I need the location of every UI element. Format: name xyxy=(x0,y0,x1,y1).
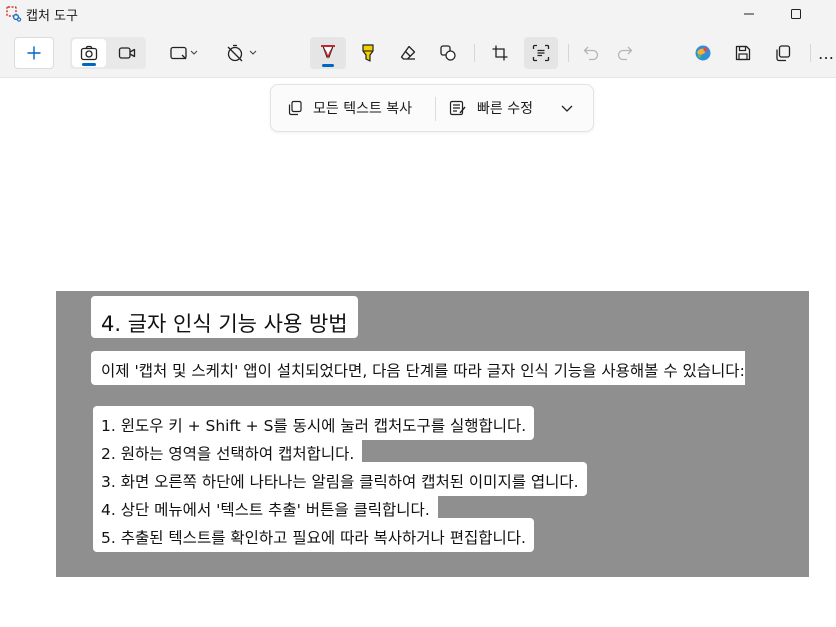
minimize-icon xyxy=(744,13,754,15)
copy-button[interactable] xyxy=(768,37,798,69)
crop-button[interactable] xyxy=(484,37,516,69)
save-icon xyxy=(735,45,751,61)
video-icon xyxy=(118,47,136,59)
quick-redact-button[interactable]: 빠른 수정 xyxy=(449,93,533,123)
delay-dropdown[interactable] xyxy=(220,37,264,69)
highlighter-button[interactable] xyxy=(352,37,384,69)
text-actions-icon xyxy=(532,44,550,62)
selected-indicator xyxy=(322,64,334,67)
undo-button[interactable] xyxy=(576,37,606,69)
maximize-icon xyxy=(791,9,801,19)
video-mode-button[interactable] xyxy=(110,39,144,67)
chevron-down-icon xyxy=(561,105,573,112)
copy-all-text-button[interactable]: 모든 텍스트 복사 xyxy=(287,93,412,123)
crop-icon xyxy=(492,45,508,61)
more-icon: … xyxy=(818,43,834,63)
snipping-tool-window: 캡처 도구 … 모든 텍스트 복사 빠른 수정 4. 글자 인식 기능 사용 방… xyxy=(0,0,836,627)
redo-icon xyxy=(617,46,633,61)
ocr-intro-text[interactable]: 이제 '캡처 및 스케치' 앱이 설치되었다면, 다음 단계를 따라 글자 인식… xyxy=(91,351,745,385)
shapes-button[interactable] xyxy=(432,37,464,69)
redact-icon xyxy=(449,100,466,116)
redact-dropdown-button[interactable] xyxy=(559,93,585,123)
screenshot-mode-button[interactable] xyxy=(72,39,106,67)
plus-icon xyxy=(27,46,41,60)
edit-in-paint-button[interactable] xyxy=(688,37,718,69)
copy-all-text-label: 모든 텍스트 복사 xyxy=(313,101,413,117)
highlighter-icon xyxy=(362,44,374,62)
selected-indicator xyxy=(82,63,96,66)
save-button[interactable] xyxy=(728,37,758,69)
timer-off-icon xyxy=(227,44,257,62)
quick-redact-label: 빠른 수정 xyxy=(477,101,533,117)
new-snip-button[interactable] xyxy=(14,37,54,69)
undo-icon xyxy=(583,46,599,61)
eraser-icon xyxy=(400,45,416,60)
rectangle-snip-icon xyxy=(170,46,198,60)
ballpoint-pen-icon xyxy=(321,45,335,59)
shapes-icon xyxy=(440,45,456,61)
snipping-tool-app-icon xyxy=(6,6,22,22)
window-title: 캡처 도구 xyxy=(26,9,78,24)
copy-icon xyxy=(288,100,302,116)
toolbar: … xyxy=(0,28,836,78)
paint3d-icon xyxy=(695,45,711,61)
eraser-button[interactable] xyxy=(392,37,424,69)
snip-shape-dropdown[interactable] xyxy=(164,37,206,69)
toolbar-divider xyxy=(568,44,569,62)
minimize-button[interactable] xyxy=(726,0,772,28)
camera-icon xyxy=(80,45,98,61)
toolbar-divider xyxy=(474,44,475,62)
text-actions-button[interactable] xyxy=(524,37,558,69)
text-actions-bar: 모든 텍스트 복사 빠른 수정 xyxy=(270,84,594,132)
captured-image: 4. 글자 인식 기능 사용 방법 이제 '캡처 및 스케치' 앱이 설치되었다… xyxy=(56,291,809,577)
toolbar-divider xyxy=(810,44,811,62)
see-more-button[interactable]: … xyxy=(818,37,836,69)
action-divider xyxy=(435,97,436,121)
redo-button[interactable] xyxy=(610,37,640,69)
ballpoint-pen-button[interactable] xyxy=(310,37,346,69)
capture-mode-toggle xyxy=(70,37,146,69)
ocr-title-text[interactable]: 4. 글자 인식 기능 사용 방법 xyxy=(91,296,358,338)
ocr-step-5[interactable]: 5. 추출된 텍스트를 확인하고 필요에 따라 복사하거나 편집합니다. xyxy=(93,518,534,552)
title-bar: 캡처 도구 xyxy=(0,0,836,28)
copy-icon xyxy=(776,45,791,62)
maximize-button[interactable] xyxy=(773,0,819,28)
